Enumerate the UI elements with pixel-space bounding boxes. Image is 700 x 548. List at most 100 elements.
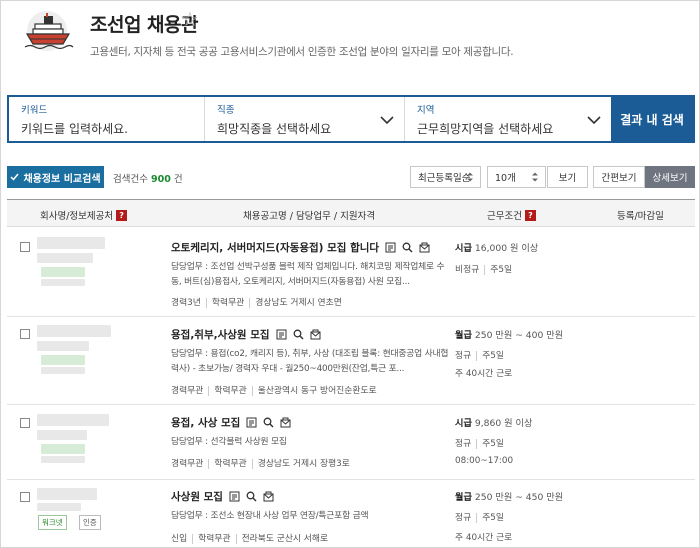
result-count: 검색건수 900 건 <box>113 171 183 185</box>
row-checkbox[interactable] <box>20 418 30 428</box>
count-value: 900 <box>151 174 171 185</box>
worknet-badge: 워크넷 <box>38 515 67 530</box>
job-title: 오토케리지, 서버머지드(자동용접) 모집 합니다 <box>171 242 380 254</box>
job-title-link[interactable]: 오토케리지, 서버머지드(자동용접) 모집 합니다 <box>171 240 430 255</box>
work-conditions: 정규 주5일 <box>455 348 509 361</box>
work-days: 주5일 <box>476 513 509 523</box>
duty-text: 담당업무 : 선각블럭 사상원 모집 <box>171 437 287 447</box>
sort-value: 최근등록일순 <box>418 173 471 184</box>
keyword-input[interactable]: 키워드를 입력하세요. <box>21 120 128 137</box>
location: 울산광역시 동구 방어진순환도로 <box>251 386 382 396</box>
education: 학력무관 <box>208 459 252 469</box>
provider-blurred <box>41 279 85 286</box>
pay-value: 250 만원 ~ 400 만원 <box>474 330 564 341</box>
col-company-label: 회사명/정보제공처 <box>40 211 114 222</box>
chevron-down-icon <box>587 116 601 125</box>
job-title-link[interactable]: 사상원 모집 <box>171 489 274 504</box>
search-in-results-button[interactable]: 결과 내 검색 <box>611 97 693 141</box>
sort-select[interactable]: 최근등록일순 <box>410 166 481 188</box>
region-value: 근무희망지역을 선택하세요 <box>417 122 554 136</box>
help-icon[interactable]: ? <box>524 209 536 221</box>
row-checkbox[interactable] <box>20 492 30 502</box>
search-icon[interactable] <box>293 329 304 340</box>
col-posting: 채용공고명 / 담당업무 / 지원자격 <box>243 208 375 222</box>
detail-view-button[interactable]: 상세보기 <box>645 166 695 188</box>
job-title: 용접, 사상 모집 <box>171 417 241 429</box>
work-conditions: 정규 주5일 <box>455 436 509 449</box>
document-icon[interactable] <box>276 329 287 340</box>
simple-view-button[interactable]: 간편보기 <box>593 166 645 188</box>
job-title-link[interactable]: 용접,취부,사상원 모집 <box>171 327 321 342</box>
work-conditions: 비정규 주5일 <box>455 262 518 275</box>
table-row: 용접,취부,사상원 모집 담당업무 : 용접(co2, 캐리지 등), 취부, … <box>7 317 695 405</box>
col-condition-label: 근무조건 <box>487 211 522 222</box>
job-title: 용접,취부,사상원 모집 <box>171 329 270 341</box>
location: 전라북도 군산시 서해로 <box>235 534 334 544</box>
job-title-link[interactable]: 용접, 사상 모집 <box>171 415 291 430</box>
mail-icon[interactable] <box>280 417 291 428</box>
company-name-blurred <box>37 414 109 426</box>
document-icon[interactable] <box>385 242 396 253</box>
pay-value: 9,860 원 이상 <box>474 418 533 429</box>
col-date-label: 등록/마감일 <box>617 211 664 222</box>
mail-icon[interactable] <box>263 491 274 502</box>
page-size-select[interactable]: 10개 <box>487 166 546 188</box>
pay: 시급 16,000 원 이상 <box>455 240 538 254</box>
document-icon[interactable] <box>246 417 257 428</box>
favorite-star-icon[interactable]: ☆ <box>181 7 199 31</box>
region-label: 지역 <box>417 105 435 116</box>
pay-type: 월급 <box>455 492 472 503</box>
mail-icon[interactable] <box>419 242 430 253</box>
ship-logo-icon <box>24 11 74 51</box>
company-name-blurred <box>37 488 97 500</box>
pay-value: 250 만원 ~ 450 만원 <box>474 492 564 503</box>
table-row: 워크넷 인증 사상원 모집 담당업무 : 조선소 현장내 사상 업무 연장/특근… <box>7 480 695 547</box>
mail-icon[interactable] <box>310 329 321 340</box>
pay: 시급 9,860 원 이상 <box>455 415 532 429</box>
experience: 경력무관 <box>171 386 204 396</box>
chevron-down-icon <box>380 116 394 125</box>
provider-blurred <box>41 444 85 454</box>
select-arrow-icon <box>467 172 473 182</box>
job-meta: 경력무관 학력무관 경상남도 거제시 장평3로 <box>171 456 355 469</box>
pay-type: 월급 <box>455 330 472 341</box>
search-icon[interactable] <box>402 242 413 253</box>
experience: 경력3년 <box>171 298 201 308</box>
company-info-blurred <box>37 341 89 351</box>
certified-badge: 인증 <box>79 515 101 530</box>
document-icon[interactable] <box>229 491 240 502</box>
company-info-blurred <box>37 253 93 263</box>
education: 학력무관 <box>192 534 236 544</box>
employment-type: 정규 <box>455 439 472 449</box>
experience: 신입 <box>171 534 188 544</box>
search-icon[interactable] <box>246 491 257 502</box>
col-condition: 근무조건 ? <box>487 208 536 222</box>
provider-blurred <box>41 355 85 365</box>
provider-blurred <box>41 456 85 463</box>
search-icon[interactable] <box>263 417 274 428</box>
row-checkbox[interactable] <box>20 242 30 252</box>
job-value: 희망직종을 선택하세요 <box>217 122 332 136</box>
company-name-blurred <box>37 237 105 249</box>
help-icon[interactable]: ? <box>116 209 128 221</box>
col-company: 회사명/정보제공처 ? <box>40 208 128 222</box>
work-days: 주5일 <box>476 439 509 449</box>
education: 학력무관 <box>205 298 250 308</box>
education: 학력무관 <box>208 386 252 396</box>
work-hours: 08:00~17:00 <box>455 456 514 466</box>
page-size-value: 10개 <box>495 173 516 184</box>
duty-text: 담당업무 : 조선업 선박구성품 블럭 제작 업체입니다. 해치코밍 제작업체로… <box>171 262 445 287</box>
check-icon <box>10 173 20 181</box>
keyword-field[interactable]: 키워드 키워드를 입력하세요. <box>9 97 205 141</box>
col-date: 등록/마감일 <box>617 208 664 222</box>
employment-type: 정규 <box>455 351 472 361</box>
work-hours: 주 40시간 근로 <box>455 369 513 379</box>
row-checkbox[interactable] <box>20 329 30 339</box>
work-days: 주5일 <box>484 265 518 275</box>
select-arrow-icon <box>532 172 538 182</box>
compare-search-button[interactable]: 채용정보 비교검색 <box>7 166 104 188</box>
region-select[interactable]: 지역 근무희망지역을 선택하세요 <box>405 97 611 141</box>
duty-text: 담당업무 : 조선소 현장내 사상 업무 연장/특근포함 금액 <box>171 511 369 521</box>
job-select[interactable]: 직종 희망직종을 선택하세요 <box>205 97 405 141</box>
view-button[interactable]: 보기 <box>547 166 588 188</box>
